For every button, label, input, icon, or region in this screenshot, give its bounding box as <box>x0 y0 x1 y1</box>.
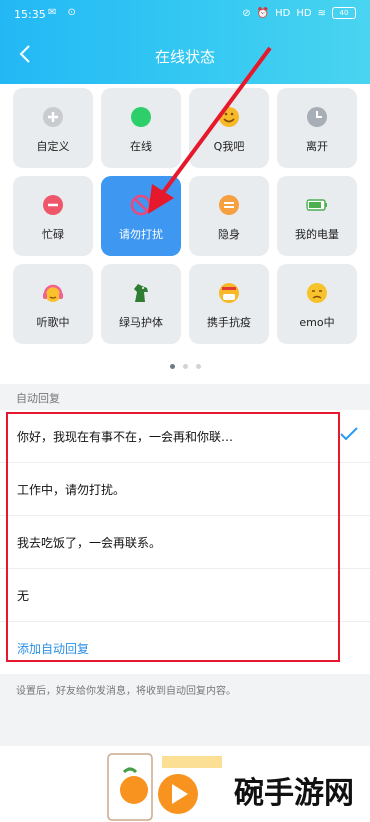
tile-away[interactable]: 离开 <box>277 88 357 168</box>
page-dot <box>182 364 188 369</box>
tile-listening-music[interactable]: 听歌中 <box>13 264 93 344</box>
battery-icon <box>306 199 327 211</box>
clock-icon <box>307 107 327 127</box>
page-dot <box>169 364 175 369</box>
tile-label: 自定义 <box>36 140 70 153</box>
nav-bar: 在线状态 <box>0 34 370 78</box>
tile-emo[interactable]: emo中 <box>277 264 357 344</box>
tile-label: 携手抗疫 <box>207 316 251 329</box>
watermark-text: 碗手游网 <box>234 776 354 811</box>
highlight-box <box>6 412 340 662</box>
tile-label: 请勿打扰 <box>119 228 163 241</box>
wifi-icon: ≋ <box>317 7 326 19</box>
status-right-icons: ⊘ ⏰ HD HD ≋ 40 <box>242 7 356 19</box>
page-dot <box>195 364 201 369</box>
battery-indicator: 40 <box>332 7 356 19</box>
signal-label-2: HD <box>296 7 312 19</box>
tile-label: 听歌中 <box>36 316 70 329</box>
tile-label: 离开 <box>306 140 328 153</box>
tile-custom[interactable]: 自定义 <box>13 88 93 168</box>
tile-label: 在线 <box>130 140 152 153</box>
alarm-icon: ⏰ <box>256 7 270 19</box>
tile-q-me[interactable]: Q我吧 <box>189 88 269 168</box>
mask-face-icon <box>219 283 239 303</box>
headphone-face-icon <box>43 284 63 302</box>
tile-do-not-disturb[interactable]: 请勿打扰 <box>101 176 181 256</box>
vibrate-icon: ⊘ <box>242 7 251 19</box>
tile-label: 绿马护体 <box>119 316 163 329</box>
page-indicator <box>0 364 370 369</box>
plus-icon <box>43 107 63 127</box>
minus-circle-icon <box>43 195 63 215</box>
hidden-icon <box>219 195 239 215</box>
signal-label-1: HD <box>275 7 291 19</box>
tile-online[interactable]: 在线 <box>101 88 181 168</box>
tile-label: 隐身 <box>218 228 240 241</box>
notification-icons: ✉ ⊙ <box>48 7 80 18</box>
tile-label: 我的电量 <box>295 228 339 241</box>
tile-my-battery[interactable]: 我的电量 <box>277 176 357 256</box>
check-icon <box>340 427 358 441</box>
tile-busy[interactable]: 忙碌 <box>13 176 93 256</box>
auto-reply-section-label: 自动回复 <box>16 392 60 405</box>
page-title: 在线状态 <box>154 48 215 66</box>
header-bar: 15:35 ✉ ⊙ ⊘ ⏰ HD HD ≋ 40 在线状态 <box>0 0 370 84</box>
tile-invisible[interactable]: 隐身 <box>189 176 269 256</box>
tile-label: emo中 <box>299 316 335 329</box>
tile-fight-epidemic[interactable]: 携手抗疫 <box>189 264 269 344</box>
no-entry-icon <box>130 194 152 216</box>
sad-face-icon <box>307 283 327 303</box>
tile-green-horse[interactable]: 绿马护体 <box>101 264 181 344</box>
tile-label: 忙碌 <box>42 228 64 241</box>
status-grid: 自定义 在线 Q我吧 离开 忙碌 请勿打扰 隐身 我的电量 听歌中 绿马护体 携… <box>0 84 370 384</box>
tile-label: Q我吧 <box>213 140 245 153</box>
smile-face-icon <box>219 107 239 127</box>
status-time: 15:35 <box>14 8 46 21</box>
watermark-logo <box>107 753 222 821</box>
auto-reply-hint: 设置后，好友给你发消息，将收到自动回复内容。 <box>16 686 236 697</box>
status-bar: 15:35 ✉ ⊙ ⊘ ⏰ HD HD ≋ 40 <box>0 0 370 30</box>
online-dot-icon <box>131 107 151 127</box>
green-horse-icon <box>134 284 148 302</box>
